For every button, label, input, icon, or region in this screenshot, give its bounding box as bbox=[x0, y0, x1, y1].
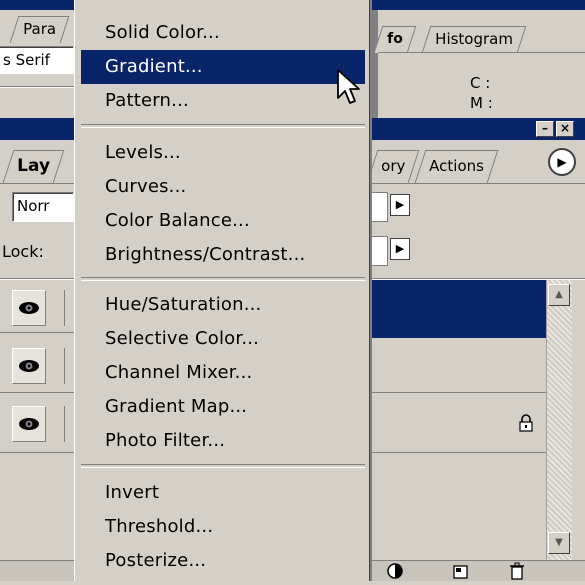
menu-item-pattern[interactable]: Pattern... bbox=[81, 84, 365, 118]
minimize-button[interactable]: – bbox=[536, 121, 554, 137]
menu-item-gradient[interactable]: Gradient... bbox=[81, 50, 365, 84]
eye-icon bbox=[19, 302, 39, 314]
menu-separator bbox=[81, 124, 365, 128]
adjustments-dropdown-menu: Solid Color... Gradient... Pattern... Le… bbox=[74, 0, 370, 581]
mouse-pointer-icon bbox=[337, 69, 360, 104]
eye-icon bbox=[19, 360, 39, 372]
menu-separator bbox=[81, 277, 365, 281]
layers-panel-titlebar bbox=[0, 118, 74, 140]
tab-actions[interactable]: Actions bbox=[414, 150, 499, 183]
layer-visibility-toggle[interactable] bbox=[12, 290, 46, 326]
opacity-arrow-button[interactable]: ▶ bbox=[390, 194, 410, 216]
scroll-up-button[interactable]: ▲ bbox=[548, 284, 570, 306]
layers-scrollbar[interactable] bbox=[546, 280, 572, 560]
menu-item-curves[interactable]: Curves... bbox=[81, 170, 365, 204]
tab-paragraph[interactable]: Para bbox=[9, 16, 70, 43]
menu-item-selective-color[interactable]: Selective Color... bbox=[81, 322, 365, 356]
tab-histogram[interactable]: Histogram bbox=[421, 26, 527, 53]
blend-mode-select[interactable]: Norr bbox=[12, 192, 74, 222]
menu-item-solid-color[interactable]: Solid Color... bbox=[81, 16, 365, 50]
eye-icon bbox=[19, 418, 39, 430]
menu-item-brightness-contrast[interactable]: Brightness/Contrast... bbox=[81, 238, 365, 272]
menu-separator bbox=[81, 464, 365, 468]
lock-icon bbox=[518, 414, 534, 432]
panel-footer bbox=[0, 560, 74, 581]
menu-item-hue-saturation[interactable]: Hue/Saturation... bbox=[81, 288, 365, 322]
panel-menu-button[interactable]: ▶ bbox=[548, 148, 576, 176]
menu-item-invert[interactable]: Invert bbox=[81, 476, 365, 510]
menu-item-channel-mixer[interactable]: Channel Mixer... bbox=[81, 356, 365, 390]
lock-label: Lock: bbox=[2, 242, 44, 261]
info-c-readout: C : bbox=[470, 74, 491, 92]
info-m-readout: M : bbox=[470, 94, 493, 112]
selected-layer-row[interactable] bbox=[370, 280, 546, 338]
layer-visibility-toggle[interactable] bbox=[12, 406, 46, 442]
menu-item-gradient-map[interactable]: Gradient Map... bbox=[81, 390, 365, 424]
menu-item-photo-filter[interactable]: Photo Filter... bbox=[81, 424, 365, 458]
fill-arrow-button[interactable]: ▶ bbox=[390, 238, 410, 260]
layer-visibility-toggle[interactable] bbox=[12, 348, 46, 384]
tab-layers[interactable]: Lay bbox=[2, 150, 65, 183]
menu-item-levels[interactable]: Levels... bbox=[81, 136, 365, 170]
close-button[interactable]: × bbox=[556, 121, 574, 137]
menu-item-threshold[interactable]: Threshold... bbox=[81, 510, 365, 544]
adjustment-layer-icon[interactable] bbox=[386, 562, 406, 580]
menu-item-color-balance[interactable]: Color Balance... bbox=[81, 204, 365, 238]
divider bbox=[0, 86, 74, 88]
trash-icon[interactable] bbox=[508, 562, 526, 580]
font-family-field[interactable]: s Serif bbox=[0, 46, 74, 74]
new-layer-icon[interactable] bbox=[452, 564, 470, 580]
menu-item-posterize[interactable]: Posterize... bbox=[81, 544, 365, 578]
scroll-down-button[interactable]: ▼ bbox=[548, 532, 570, 554]
